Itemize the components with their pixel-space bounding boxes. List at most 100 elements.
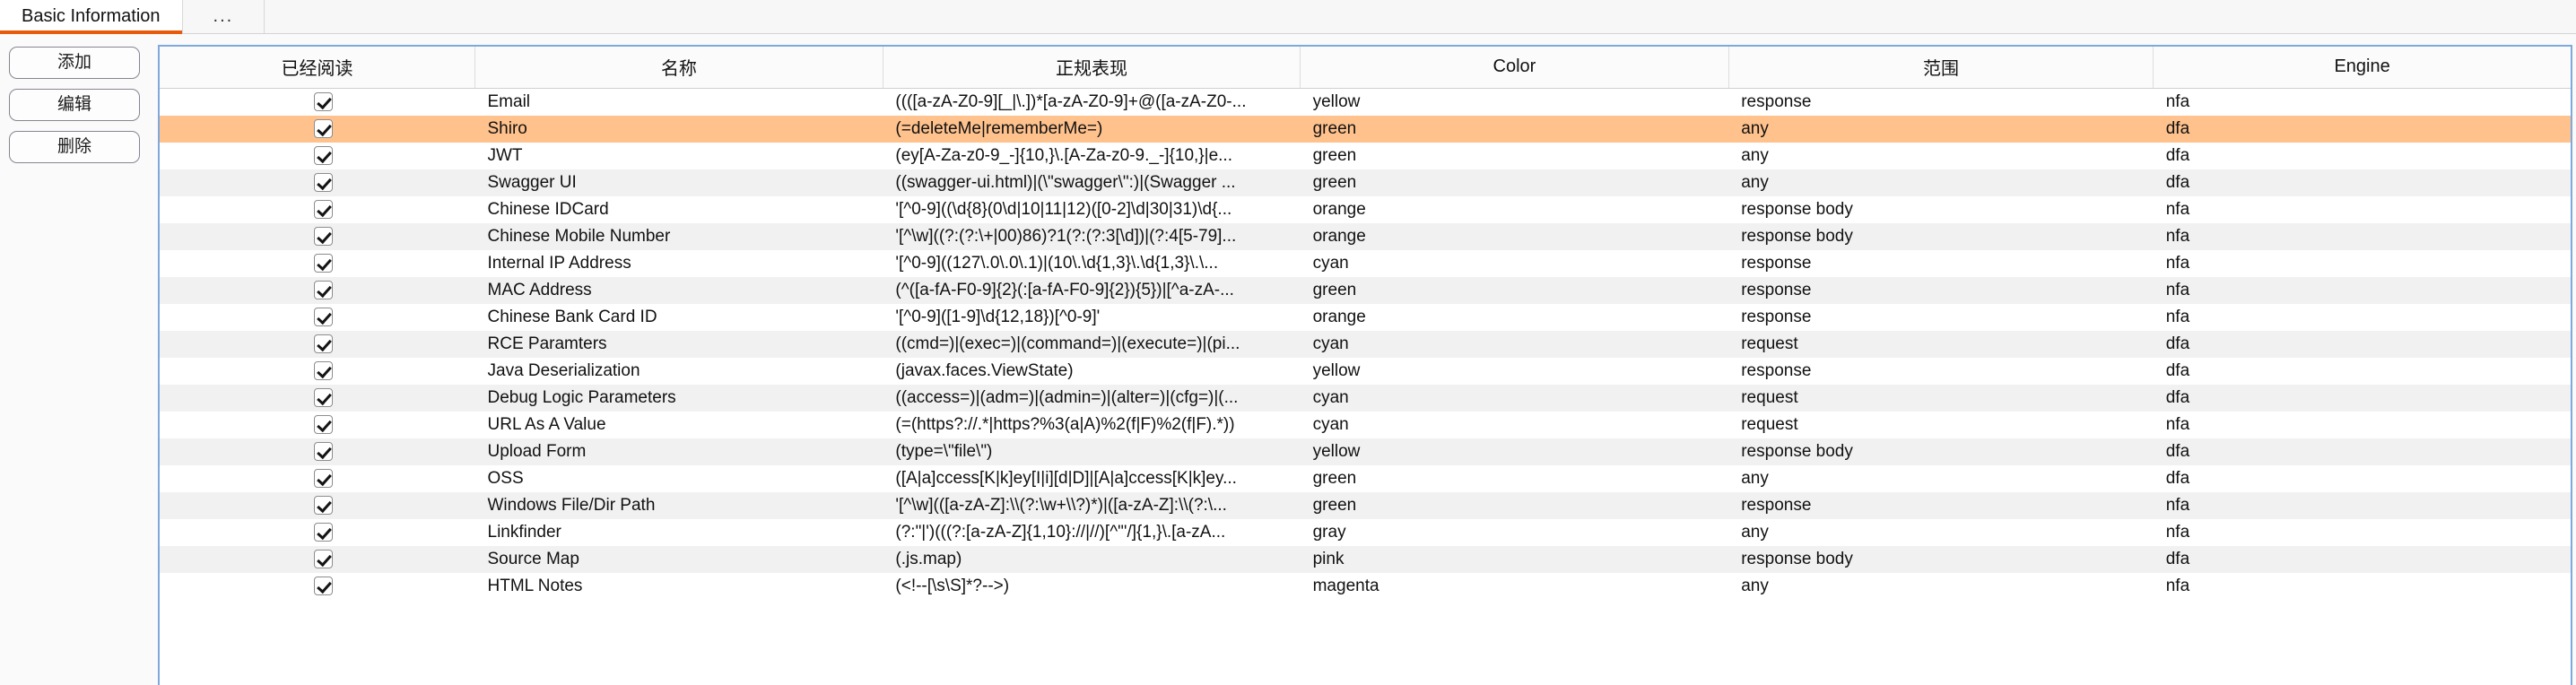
cell-name: Windows File/Dir Path: [487, 495, 656, 515]
cell-engine: dfa: [2165, 118, 2190, 138]
table-body: Email ((([a-zA-Z0-9][_|\.])*[a-zA-Z0-9]+@…: [160, 88, 2571, 600]
checkbox-checked-icon[interactable]: [314, 226, 334, 246]
table-row[interactable]: RCE Paramters ((cmd=)|(exec=)|(command=)|…: [160, 330, 2571, 358]
cell-regex: ([A|a]ccess[K|k]ey[I|i][d|D]|[A|a]ccess[…: [895, 468, 1237, 488]
cell-scope: response: [1741, 253, 1812, 273]
table-row[interactable]: HTML Notes (<!--[\s\S]*?-->) magenta any nfa: [160, 572, 2571, 600]
cell-engine: dfa: [2165, 172, 2190, 192]
checkbox-checked-icon[interactable]: [314, 307, 334, 326]
cell-name: Java Deserialization: [487, 360, 640, 380]
cell-read-checkbox[interactable]: [160, 519, 475, 546]
checkbox-checked-icon[interactable]: [314, 118, 334, 138]
checkbox-checked-icon[interactable]: [314, 468, 334, 488]
table-row[interactable]: OSS ([A|a]ccess[K|k]ey[I|i][d|D]|[A|a]cce…: [160, 464, 2571, 492]
cell-read-checkbox[interactable]: [160, 169, 475, 196]
column-header-color[interactable]: Color: [1300, 47, 1729, 89]
cell-read-checkbox[interactable]: [160, 277, 475, 304]
cell-read-checkbox[interactable]: [160, 143, 475, 169]
cell-name: Swagger UI: [487, 172, 577, 192]
checkbox-checked-icon[interactable]: [314, 91, 334, 111]
column-header-read[interactable]: 已经阅读: [160, 47, 475, 89]
cell-read-checkbox[interactable]: [160, 546, 475, 573]
table-row[interactable]: Source Map (.js.map) pink response body dfa: [160, 545, 2571, 573]
add-button[interactable]: 添加: [9, 47, 140, 79]
checkbox-checked-icon[interactable]: [314, 576, 334, 595]
cell-read-checkbox[interactable]: [160, 331, 475, 358]
checkbox-checked-icon[interactable]: [314, 360, 334, 380]
cell-color: yellow: [1312, 91, 1361, 111]
checkbox-checked-icon[interactable]: [314, 414, 334, 434]
cell-color: orange: [1312, 226, 1366, 246]
cell-color: magenta: [1312, 576, 1379, 595]
checkbox-checked-icon[interactable]: [314, 145, 334, 165]
checkbox-checked-icon[interactable]: [314, 522, 334, 542]
checkbox-checked-icon[interactable]: [314, 199, 334, 219]
cell-read-checkbox[interactable]: [160, 465, 475, 492]
cell-engine: dfa: [2165, 334, 2190, 353]
delete-button[interactable]: 删除: [9, 131, 140, 163]
table-row[interactable]: Java Deserialization (javax.faces.ViewSta…: [160, 357, 2571, 385]
checkbox-checked-icon[interactable]: [314, 334, 334, 353]
checkbox-checked-icon[interactable]: [314, 549, 334, 568]
cell-name: RCE Paramters: [487, 334, 607, 353]
table-row[interactable]: MAC Address (^([a-fA-F0-9]{2}(:[a-fA-F0-9…: [160, 276, 2571, 304]
table-row[interactable]: Debug Logic Parameters ((access=)|(adm=)|…: [160, 384, 2571, 412]
table-row[interactable]: Linkfinder (?:"|')(((?:[a-zA-Z]{1,10}://|…: [160, 518, 2571, 546]
cell-scope: any: [1741, 145, 1769, 165]
table-row[interactable]: Email ((([a-zA-Z0-9][_|\.])*[a-zA-Z0-9]+@…: [160, 88, 2571, 116]
column-header-engine[interactable]: Engine: [2153, 47, 2571, 89]
tab-basic-information[interactable]: Basic Information: [0, 0, 183, 34]
table-row[interactable]: Chinese Mobile Number '[^\w]((?:(?:\+|00)…: [160, 222, 2571, 250]
checkbox-checked-icon[interactable]: [314, 495, 334, 515]
cell-read-checkbox[interactable]: [160, 116, 475, 143]
cell-name: MAC Address: [487, 280, 592, 299]
cell-regex: (=deleteMe|rememberMe=): [895, 118, 1103, 138]
cell-read-checkbox[interactable]: [160, 438, 475, 465]
column-header-regex[interactable]: 正规表现: [883, 47, 1301, 89]
cell-color: yellow: [1312, 441, 1361, 461]
table-row[interactable]: JWT (ey[A-Za-z0-9_-]{10,}\.[A-Za-z0-9._-]…: [160, 142, 2571, 169]
cell-name: Email: [487, 91, 531, 111]
table-header-row: 已经阅读 名称 正规表现 Color 范围 Engine: [160, 47, 2571, 89]
cell-read-checkbox[interactable]: [160, 492, 475, 519]
cell-read-checkbox[interactable]: [160, 573, 475, 600]
cell-regex: (javax.faces.ViewState): [895, 360, 1074, 380]
cell-read-checkbox[interactable]: [160, 88, 475, 116]
table-row[interactable]: Chinese Bank Card ID '[^0-9]([1-9]\d{12,1…: [160, 303, 2571, 331]
cell-read-checkbox[interactable]: [160, 250, 475, 277]
cell-engine: dfa: [2165, 387, 2190, 407]
cell-read-checkbox[interactable]: [160, 412, 475, 438]
column-header-name[interactable]: 名称: [474, 47, 883, 89]
cell-color: gray: [1312, 522, 1346, 542]
tab-overflow[interactable]: ...: [182, 0, 265, 33]
checkbox-checked-icon[interactable]: [314, 253, 334, 273]
table-row[interactable]: Chinese IDCard '[^0-9]((\d{8}(0\d|10|11|1…: [160, 195, 2571, 223]
cell-scope: any: [1741, 118, 1769, 138]
checkbox-checked-icon[interactable]: [314, 387, 334, 407]
cell-read-checkbox[interactable]: [160, 304, 475, 331]
edit-button[interactable]: 编辑: [9, 89, 140, 121]
cell-color: green: [1312, 172, 1357, 192]
cell-read-checkbox[interactable]: [160, 385, 475, 412]
cell-name: URL As A Value: [487, 414, 606, 434]
table-row[interactable]: Windows File/Dir Path '[^\w](([a-zA-Z]:\\…: [160, 491, 2571, 519]
table-row[interactable]: Internal IP Address '[^0-9]((127\.0\.0\.1…: [160, 249, 2571, 277]
checkbox-checked-icon[interactable]: [314, 280, 334, 299]
cell-read-checkbox[interactable]: [160, 358, 475, 385]
table-row[interactable]: Swagger UI ((swagger-ui.html)|(\"swagger\…: [160, 169, 2571, 196]
cell-engine: dfa: [2165, 549, 2190, 568]
column-header-scope[interactable]: 范围: [1728, 47, 2154, 89]
cell-engine: nfa: [2165, 226, 2190, 246]
cell-engine: dfa: [2165, 145, 2190, 165]
table-row[interactable]: URL As A Value (=(https?://.*|https?%3(a|…: [160, 411, 2571, 438]
cell-name: Chinese Mobile Number: [487, 226, 671, 246]
cell-read-checkbox[interactable]: [160, 196, 475, 223]
cell-read-checkbox[interactable]: [160, 223, 475, 250]
workspace: 添加 编辑 删除 已经阅读 名称 正规表现 Color 范围 Engine Em…: [0, 34, 2576, 685]
checkbox-checked-icon[interactable]: [314, 441, 334, 461]
checkbox-checked-icon[interactable]: [314, 172, 334, 192]
table-header: 已经阅读 名称 正规表现 Color 范围 Engine: [160, 47, 2571, 89]
cell-scope: response body: [1741, 441, 1853, 461]
table-row[interactable]: Shiro (=deleteMe|rememberMe=) green any dfa: [160, 115, 2571, 143]
table-row[interactable]: Upload Form (type=\"file\") yellow response…: [160, 438, 2571, 465]
